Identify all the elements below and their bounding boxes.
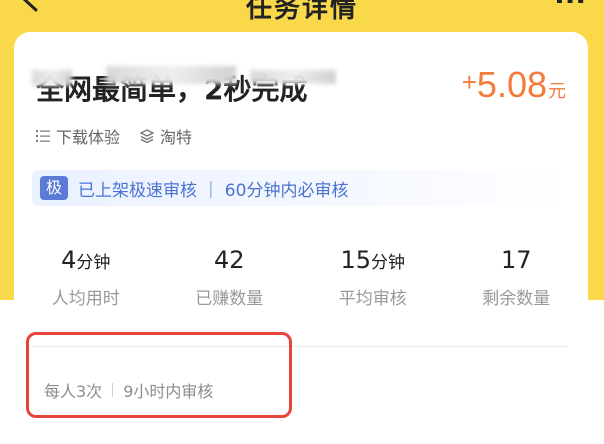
price-unit: 元 — [548, 81, 566, 101]
tag-app: 淘特 — [140, 124, 192, 148]
stat-value: 42 — [213, 246, 245, 274]
page-title: 任务详情 — [245, 0, 358, 24]
stat-value: 4 — [61, 246, 77, 274]
task-stats: 4分钟 人均用时 42 已赚数量 15分钟 平均审核 17 剩余数量 — [14, 246, 588, 309]
list-icon — [36, 130, 50, 142]
stat-label: 人均用时 — [51, 289, 120, 309]
reward-price: +5.08元 — [462, 64, 566, 106]
stat-unit: 分钟 — [371, 253, 406, 273]
nav-bar: 任务详情 ··· — [0, 0, 604, 30]
stat-label: 已赚数量 — [195, 289, 264, 309]
more-dots-icon[interactable]: ··· — [554, 0, 586, 17]
stat-label: 剩余数量 — [482, 289, 551, 309]
stat-remaining: 17 剩余数量 — [445, 246, 589, 309]
price-prefix: + — [461, 67, 477, 97]
tag-label: 淘特 — [160, 128, 193, 147]
stat-avg-review: 15分钟 平均审核 — [301, 246, 445, 309]
price-amount: 5.08 — [476, 64, 547, 105]
tag-label: 下载体验 — [56, 128, 121, 147]
privacy-blur — [32, 70, 72, 86]
privacy-blur — [106, 66, 236, 84]
stat-value: 15 — [340, 246, 372, 274]
stat-value: 17 — [500, 246, 532, 274]
privacy-blur — [250, 70, 336, 84]
stat-earned: 42 已赚数量 — [158, 246, 302, 309]
task-tags: 下载体验 淘特 — [36, 124, 192, 148]
highlight-box — [26, 332, 292, 418]
stat-label: 平均审核 — [338, 289, 407, 309]
notice-text: 已上架极速审核 ｜ 60分钟内必审核 — [78, 180, 349, 201]
stat-avg-time: 4分钟 人均用时 — [14, 246, 158, 309]
review-notice: 极 已上架极速审核 ｜ 60分钟内必审核 — [32, 170, 568, 206]
stat-unit: 分钟 — [76, 253, 111, 273]
tag-download: 下载体验 — [36, 124, 120, 148]
layers-icon — [140, 129, 155, 143]
speed-badge: 极 — [40, 176, 68, 200]
